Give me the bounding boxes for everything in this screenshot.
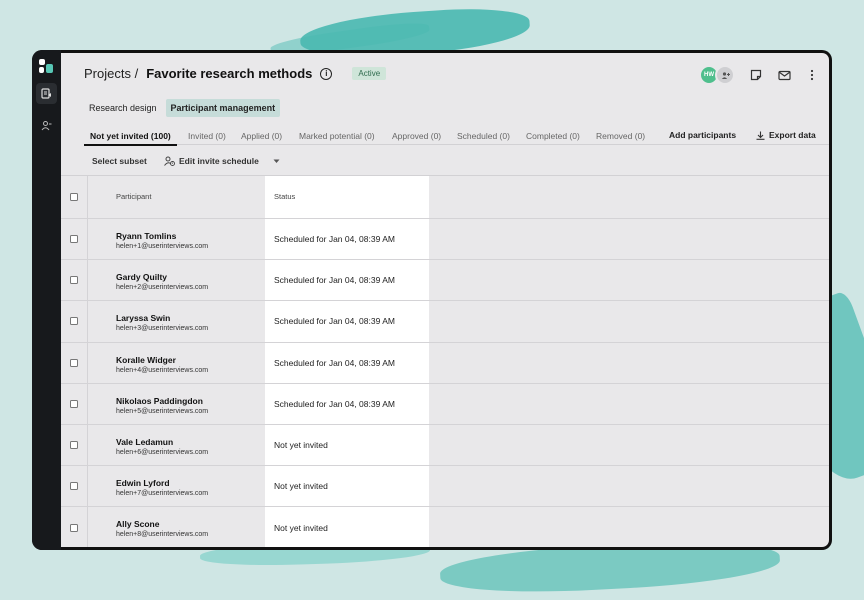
- mail-icon[interactable]: [777, 68, 791, 82]
- schedule-user-icon: [164, 156, 175, 166]
- tab-scheduled[interactable]: Scheduled (0): [457, 131, 510, 141]
- participants-nav-icon[interactable]: [36, 115, 57, 136]
- tab-participant-management[interactable]: Participant management: [165, 99, 281, 117]
- export-data-label: Export data: [769, 130, 816, 140]
- participant-name[interactable]: Laryssa Swin: [116, 313, 170, 323]
- participant-status: Scheduled for Jan 04, 08:39 AM: [274, 275, 395, 286]
- participant-status: Not yet invited: [274, 481, 328, 492]
- page-title: Favorite research methods: [146, 66, 313, 81]
- participant-email: helen+6@userinterviews.com: [116, 449, 209, 456]
- participant-name[interactable]: Ally Scone: [116, 519, 159, 529]
- add-participants-label: Add participants: [669, 130, 737, 140]
- column-divider: [87, 383, 88, 424]
- row-checkbox[interactable]: [70, 399, 78, 408]
- projects-nav-icon[interactable]: [36, 83, 57, 104]
- participant-name[interactable]: Koralle Widger: [116, 355, 176, 365]
- participant-status-tabs: Not yet invited (100) Invited (0) Applie…: [84, 127, 829, 146]
- participant-status: Not yet invited: [274, 440, 328, 451]
- column-divider: [87, 301, 88, 342]
- table-toolbar: Select subset Edit invite schedule: [61, 151, 829, 173]
- main-panel: Projects / Favorite research methods i A…: [61, 53, 829, 547]
- column-divider: [87, 466, 88, 507]
- select-subset-button[interactable]: Select subset: [92, 156, 147, 166]
- participant-status: Not yet invited: [274, 522, 328, 533]
- table-header-row: Participant Status: [61, 176, 829, 219]
- row-checkbox[interactable]: [70, 441, 78, 450]
- participant-name[interactable]: Vale Ledamun: [116, 437, 173, 447]
- participant-name[interactable]: Edwin Lyford: [116, 478, 170, 488]
- tab-applied[interactable]: Applied (0): [241, 131, 282, 141]
- participant-status: Scheduled for Jan 04, 08:39 AM: [274, 398, 395, 409]
- status-badge: Active: [352, 67, 387, 80]
- download-icon: [756, 131, 765, 140]
- breadcrumb: Projects / Favorite research methods i A…: [84, 66, 387, 81]
- left-nav-rail: [32, 50, 61, 550]
- participant-name[interactable]: Nikolaos Paddingdon: [116, 396, 203, 406]
- tab-removed[interactable]: Removed (0): [596, 131, 645, 141]
- participant-name[interactable]: Ryann Tomlins: [116, 231, 176, 241]
- row-checkbox[interactable]: [70, 317, 78, 326]
- app-logo-icon[interactable]: [39, 59, 53, 73]
- column-divider: [87, 342, 88, 383]
- table-row[interactable]: Vale Ledamun helen+6@userinterviews.com …: [61, 425, 829, 467]
- project-section-tabs: Research design Participant management: [84, 99, 281, 117]
- participant-status: Scheduled for Jan 04, 08:39 AM: [274, 357, 395, 368]
- select-all-checkbox[interactable]: [70, 193, 78, 201]
- participant-column-header[interactable]: Participant: [116, 192, 151, 201]
- participant-email: helen+8@userinterviews.com: [116, 531, 209, 539]
- row-checkbox[interactable]: [70, 482, 78, 491]
- chevron-down-icon[interactable]: [273, 159, 280, 164]
- column-divider: [87, 219, 88, 260]
- table-row[interactable]: Gardy Quilty helen+2@userinterviews.com …: [61, 260, 829, 302]
- row-checkbox[interactable]: [70, 358, 78, 367]
- participants-table: Participant Status Ryann Tomlins helen+1…: [61, 175, 829, 547]
- participant-email: helen+2@userinterviews.com: [116, 284, 209, 292]
- tab-invited[interactable]: Invited (0): [188, 131, 226, 141]
- tab-marked-potential[interactable]: Marked potential (0): [299, 131, 375, 141]
- participant-email: helen+3@userinterviews.com: [116, 325, 209, 333]
- edit-invite-schedule-button[interactable]: Edit invite schedule: [164, 156, 280, 166]
- app-window: Projects / Favorite research methods i A…: [32, 50, 832, 550]
- add-collaborator-icon[interactable]: [715, 65, 735, 85]
- edit-invite-schedule-label: Edit invite schedule: [179, 156, 259, 166]
- export-data-button[interactable]: Export data: [756, 130, 816, 140]
- participant-status: Scheduled for Jan 04, 08:39 AM: [274, 316, 395, 327]
- participant-name[interactable]: Gardy Quilty: [116, 272, 167, 282]
- table-row[interactable]: Koralle Widger helen+4@userinterviews.co…: [61, 342, 829, 384]
- row-checkbox[interactable]: [70, 235, 78, 244]
- table-row[interactable]: Nikolaos Paddingdon helen+5@userintervie…: [61, 383, 829, 425]
- column-divider: [87, 260, 88, 301]
- more-options-icon[interactable]: [805, 68, 819, 82]
- select-subset-label: Select subset: [92, 156, 147, 166]
- column-divider: [87, 425, 88, 466]
- header-actions: HW: [699, 65, 819, 85]
- table-row[interactable]: Ryann Tomlins helen+1@userinterviews.com…: [61, 219, 829, 261]
- column-divider: [87, 507, 88, 547]
- add-participants-button[interactable]: Add participants: [669, 130, 736, 140]
- tab-completed[interactable]: Completed (0): [526, 131, 580, 141]
- row-checkbox[interactable]: [70, 523, 78, 532]
- row-checkbox[interactable]: [70, 276, 78, 285]
- table-row[interactable]: Ally Scone helen+8@userinterviews.com No…: [61, 507, 829, 547]
- participant-email: helen+5@userinterviews.com: [116, 407, 209, 415]
- participant-email: helen+7@userinterviews.com: [116, 490, 209, 498]
- info-icon[interactable]: i: [320, 67, 333, 80]
- participant-email: helen+4@userinterviews.com: [116, 366, 209, 374]
- table-row[interactable]: Edwin Lyford helen+7@userinterviews.com …: [61, 466, 829, 508]
- collaborators[interactable]: HW: [699, 65, 735, 85]
- tab-research-design[interactable]: Research design: [84, 99, 162, 117]
- status-column-header[interactable]: Status: [274, 192, 295, 201]
- table-row[interactable]: Laryssa Swin helen+3@userinterviews.com …: [61, 301, 829, 343]
- breadcrumb-projects-link[interactable]: Projects /: [84, 66, 138, 81]
- participant-email: helen+1@userinterviews.com: [116, 243, 209, 250]
- tab-not-yet-invited[interactable]: Not yet invited (100): [84, 131, 177, 146]
- tab-approved[interactable]: Approved (0): [392, 131, 441, 141]
- participant-status: Scheduled for Jan 04, 08:39 AM: [274, 234, 395, 245]
- column-divider: [87, 176, 88, 218]
- notes-icon[interactable]: [749, 68, 763, 82]
